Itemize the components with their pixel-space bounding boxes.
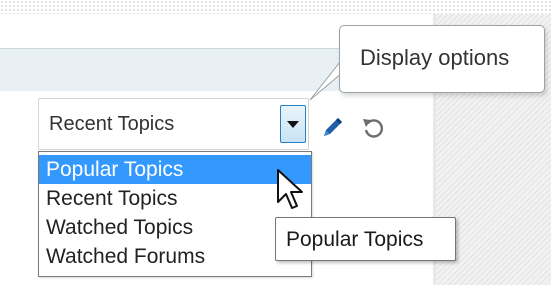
- top-dotted-strip: [0, 0, 551, 14]
- topics-select[interactable]: Recent Topics: [38, 98, 309, 150]
- page-canvas: Recent Topics Popular Topics Recent Topi…: [0, 0, 551, 285]
- chevron-down-icon: [287, 121, 299, 128]
- display-options-callout: Display options: [339, 25, 545, 93]
- select-current-value: Recent Topics: [49, 113, 175, 135]
- option-tooltip: Popular Topics: [275, 217, 456, 261]
- mouse-cursor-icon: [277, 169, 303, 209]
- dropdown-option-popular-topics[interactable]: Popular Topics: [39, 155, 311, 184]
- dropdown-option-watched-forums[interactable]: Watched Forums: [39, 242, 311, 271]
- dropdown-options-list: Popular Topics Recent Topics Watched Top…: [38, 151, 312, 277]
- pencil-icon[interactable]: [320, 114, 346, 140]
- callout-text: Display options: [360, 45, 510, 70]
- dropdown-option-recent-topics[interactable]: Recent Topics: [39, 184, 311, 213]
- reset-icon[interactable]: [360, 115, 386, 141]
- select-dropdown-button[interactable]: [280, 105, 306, 143]
- option-tooltip-text: Popular Topics: [286, 228, 424, 251]
- dropdown-option-watched-topics[interactable]: Watched Topics: [39, 213, 311, 242]
